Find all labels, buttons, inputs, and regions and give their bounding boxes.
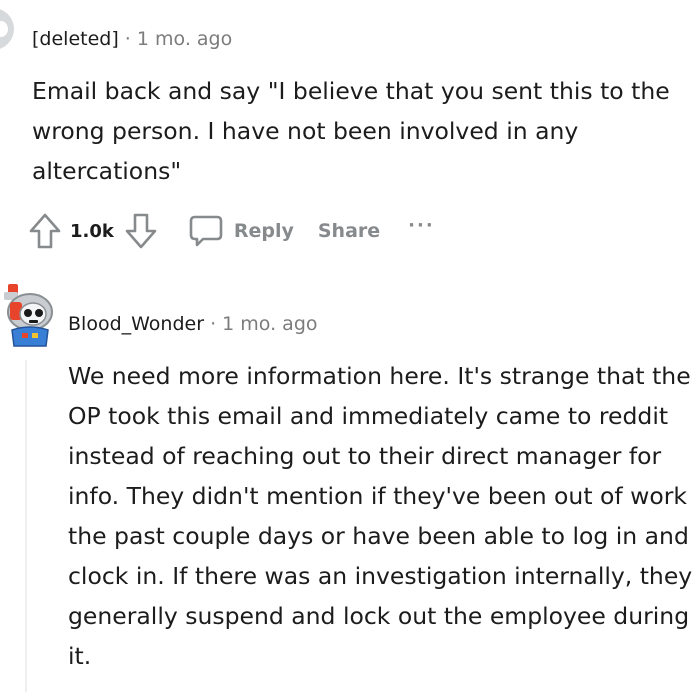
reply-button[interactable]: Reply	[188, 213, 294, 249]
comment-action-bar: 1.0k Reply Share ···	[28, 210, 435, 252]
meta-separator: ·	[210, 313, 217, 335]
reply-label: Reply	[233, 220, 294, 242]
comment-author[interactable]: [deleted]	[32, 28, 119, 50]
vote-count: 1.0k	[70, 220, 114, 242]
share-button[interactable]: Share	[318, 220, 380, 242]
comment-thread: [deleted] · 1 mo. ago Email back and say…	[0, 0, 700, 692]
speech-bubble-icon	[188, 213, 224, 249]
downvote-arrow-icon[interactable]	[124, 212, 158, 250]
comment-text: We need more information here. It's stra…	[68, 362, 693, 670]
comment-body: Email back and say "I believe that you s…	[32, 71, 697, 191]
more-options-button[interactable]: ···	[408, 215, 435, 236]
comment-author[interactable]: Blood_Wonder	[68, 313, 204, 335]
ellipsis-icon: ···	[408, 214, 435, 236]
comment-meta: Blood_Wonder · 1 mo. ago	[68, 310, 318, 338]
comment-meta: [deleted] · 1 mo. ago	[32, 25, 232, 53]
comment-text: Email back and say "I believe that you s…	[32, 77, 670, 185]
comment-timestamp[interactable]: 1 mo. ago	[222, 313, 317, 335]
share-label: Share	[317, 220, 381, 242]
robot-avatar[interactable]	[0, 280, 56, 348]
comment-timestamp[interactable]: 1 mo. ago	[137, 28, 232, 50]
meta-separator: ·	[124, 28, 131, 50]
deleted-user-avatar[interactable]	[0, 8, 14, 50]
comment-body: We need more information here. It's stra…	[68, 356, 696, 676]
thread-collapse-line[interactable]	[25, 360, 27, 692]
upvote-arrow-icon[interactable]	[28, 212, 62, 250]
